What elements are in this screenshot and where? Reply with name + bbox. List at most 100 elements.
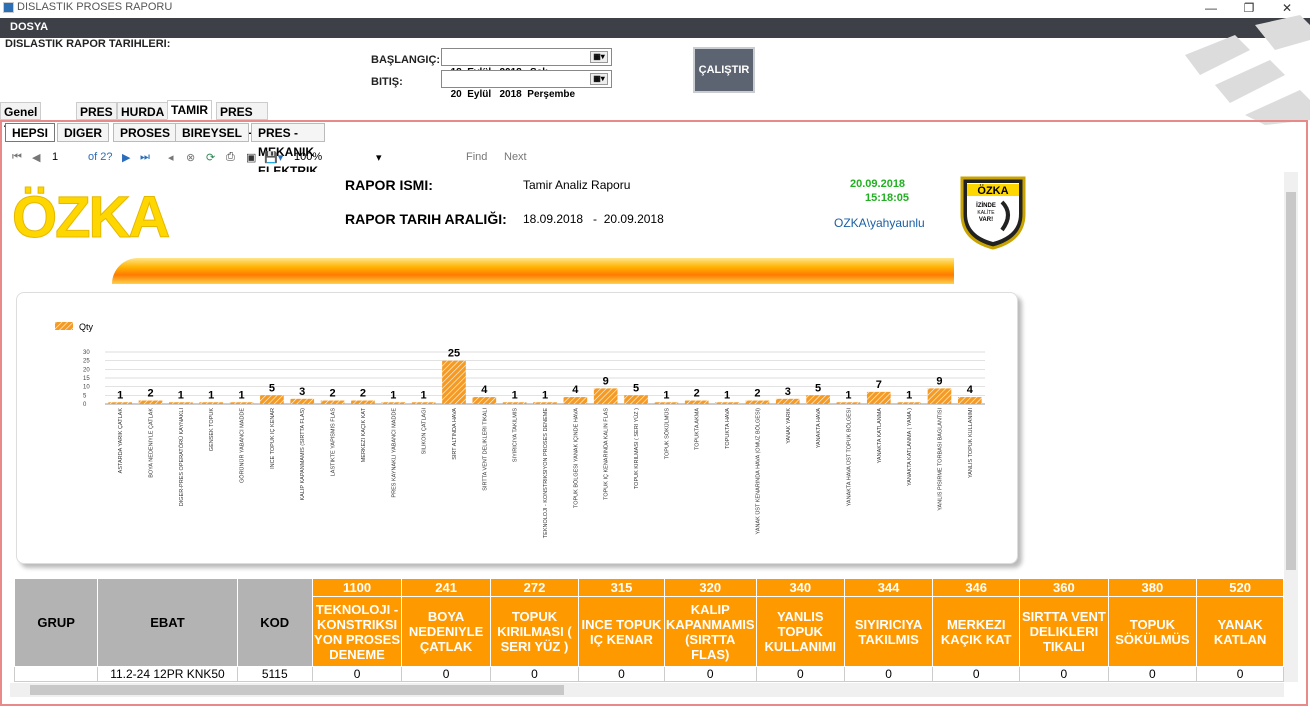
menu-file[interactable]: DOSYA xyxy=(10,21,48,33)
next-link[interactable]: Next xyxy=(504,151,527,163)
cell-value: 0 xyxy=(663,666,757,682)
minimize-icon[interactable]: — xyxy=(1200,0,1222,16)
run-button[interactable]: ÇALIŞTIR xyxy=(693,47,755,93)
bar-value-label: 5 xyxy=(269,382,275,394)
bar-value-label: 1 xyxy=(421,389,427,401)
x-tick-label: LASTIKTE YAPISMIS FLAS xyxy=(331,408,337,477)
calendar-dropdown-icon[interactable]: ▦▾ xyxy=(590,73,608,85)
bar-chart: Qty3025201510501ASTARDA YARIK ÇATLAK2BOY… xyxy=(55,322,985,539)
horizontal-scrollbar[interactable] xyxy=(10,683,1284,697)
back-icon[interactable]: ◂ xyxy=(168,151,174,164)
subtab-pres-mekanik-elektrik[interactable]: PRES - MEKANIK ELEKTRIK xyxy=(251,123,325,178)
tab-hurda[interactable]: HURDA xyxy=(117,102,169,120)
x-tick-label: BOYA NEDENIYLE ÇATLAK xyxy=(149,408,155,478)
tab-pres-analiz[interactable]: PRES ANALIZ xyxy=(216,102,268,137)
end-date-label: BITIŞ: xyxy=(371,76,403,88)
header-grup: GRUP xyxy=(14,578,99,667)
legend-swatch xyxy=(55,322,73,330)
find-link[interactable]: Find xyxy=(466,151,487,163)
bar-value-label: 1 xyxy=(845,389,851,401)
cell-value: 0 xyxy=(932,666,1021,682)
start-date-picker[interactable]: 18 Eylül 2018 Salı ▦▾ xyxy=(441,48,612,78)
title-bar: DISLASTIK PROSES RAPORU — ❐ ✕ xyxy=(0,0,1310,16)
tab-pres[interactable]: PRES xyxy=(76,102,117,120)
subtab-hepsi[interactable]: HEPSI xyxy=(5,123,56,142)
x-tick-label: YANAKTA KATLANMA xyxy=(877,408,883,464)
bar-value-label: 2 xyxy=(754,388,760,400)
calendar-dropdown-icon[interactable]: ▦▾ xyxy=(590,51,608,63)
chart-bar xyxy=(108,402,133,404)
y-tick-label: 20 xyxy=(83,367,90,373)
chart-bar xyxy=(260,395,284,404)
bar-value-label: 1 xyxy=(238,389,244,401)
next-page-icon[interactable]: ▶ xyxy=(122,151,130,164)
bar-value-label: 1 xyxy=(542,389,548,401)
bar-value-label: 9 xyxy=(936,375,942,387)
x-tick-label: TOPUKTA HAVA xyxy=(725,408,731,449)
bar-value-label: 4 xyxy=(967,384,974,396)
x-tick-label: MERKEZI KAÇIK KAT xyxy=(361,407,367,462)
close-icon[interactable]: ✕ xyxy=(1276,0,1298,16)
zoom-value: 100% xyxy=(294,151,323,163)
data-table-viewport: GRUP EBAT KOD 1100 241 272 315 320 340 344 346 360 3… xyxy=(14,578,1284,682)
bar-value-label: 4 xyxy=(481,384,488,396)
chart-bar xyxy=(927,388,952,404)
report-name-label: RAPOR ISMI: xyxy=(345,177,433,193)
print-layout-icon[interactable]: ▣ xyxy=(246,151,256,164)
refresh-icon[interactable]: ⟳ xyxy=(206,151,215,164)
stop-icon[interactable]: ⊗ xyxy=(186,151,195,164)
maximize-icon[interactable]: ❐ xyxy=(1238,0,1260,16)
end-date-picker[interactable]: 20 Eylül 2018 Perşembe ▦▾ xyxy=(441,70,612,100)
column-name: SIRTTA VENT DELIKLERI TIKALI xyxy=(1019,596,1109,667)
subtab-diger[interactable]: DIGER xyxy=(57,123,110,142)
column-code: 520 xyxy=(1196,578,1284,597)
chart-bar xyxy=(472,397,497,404)
window-title: DISLASTIK PROSES RAPORU xyxy=(17,1,173,13)
column-name: INCE TOPUK IÇ KENAR xyxy=(577,596,665,667)
x-tick-label: GÖRÜNÜR YABANCI MADDE xyxy=(239,408,246,483)
cell-value: 0 xyxy=(844,666,934,682)
subtab-bireysel[interactable]: BIREYSEL xyxy=(175,123,250,142)
chart-bar xyxy=(957,397,982,404)
last-page-icon[interactable]: ⏭ xyxy=(140,151,150,164)
bar-value-label: 4 xyxy=(572,384,579,396)
end-date-value: 20 Eylül 2018 Perşembe xyxy=(450,89,576,100)
header-decoration-bar xyxy=(112,258,954,284)
x-tick-label: TEKNOLOJI - KONSTRIKSIYON PROSES DENEME xyxy=(543,408,549,539)
previous-page-icon[interactable]: ◀ xyxy=(32,151,40,164)
x-tick-label: SIYIRICIYA TAKILMIS xyxy=(513,408,519,462)
column-name: TEKNOLOJI - KONSTRIKSI YON PROSES DENEME xyxy=(311,596,403,667)
scroll-thumb[interactable] xyxy=(30,685,564,695)
subtab-proses[interactable]: PROSES xyxy=(113,123,178,142)
first-page-icon[interactable]: ⏮ xyxy=(12,151,22,164)
chart-panel: Qty 30 25 20 15 10 5 0 1 ASTARDA YARIK ÇATLAK 2 BOY… xyxy=(16,292,1018,564)
bar-value-label: 1 xyxy=(178,389,184,401)
bar-value-label: 1 xyxy=(663,389,669,401)
y-tick-label: 30 xyxy=(83,350,90,356)
y-tick-label: 10 xyxy=(83,385,90,391)
x-tick-label: YANLIS TOPUK KULLANIMI xyxy=(968,408,974,478)
x-tick-label: SILIKON ÇATLAGI xyxy=(422,408,428,455)
bar-value-label: 1 xyxy=(117,389,123,401)
x-tick-label: YANAK ÜST KENARINDA HAVA (OMUZ BÖLGESI) xyxy=(754,408,761,535)
chart-bar xyxy=(715,402,739,404)
start-date-label: BAŞLANGIÇ: xyxy=(371,54,441,66)
tab-genel-tablo[interactable]: Genel Tablo xyxy=(0,102,42,137)
vertical-scrollbar[interactable] xyxy=(1284,172,1298,682)
table-row: 11.2-24 12PR KNK50 5115 0 0 0 0 0 0 0 0 0 0 0 xyxy=(14,666,1284,682)
export-icon[interactable]: 💾▾ xyxy=(264,151,283,164)
bar-value-label: 5 xyxy=(815,382,821,394)
cell-ebat: 11.2-24 12PR KNK50 xyxy=(97,666,238,682)
page-number-input[interactable]: 1 xyxy=(52,151,58,163)
bar-value-label: 1 xyxy=(906,389,912,401)
chart-bar xyxy=(169,402,193,404)
cell-value: 0 xyxy=(401,666,491,682)
scroll-thumb[interactable] xyxy=(1286,192,1296,570)
zoom-select[interactable]: 100% ▾ xyxy=(294,151,394,164)
print-icon[interactable]: ⎙ xyxy=(226,151,235,164)
bar-value-label: 2 xyxy=(694,388,700,400)
column-name: KALIP KAPANMAMIS (SIRTTA FLAS) xyxy=(663,596,757,667)
badge-title: ÖZKA xyxy=(977,184,1008,197)
tab-tamir[interactable]: TAMIR xyxy=(167,100,213,120)
chart-bar xyxy=(199,402,224,404)
